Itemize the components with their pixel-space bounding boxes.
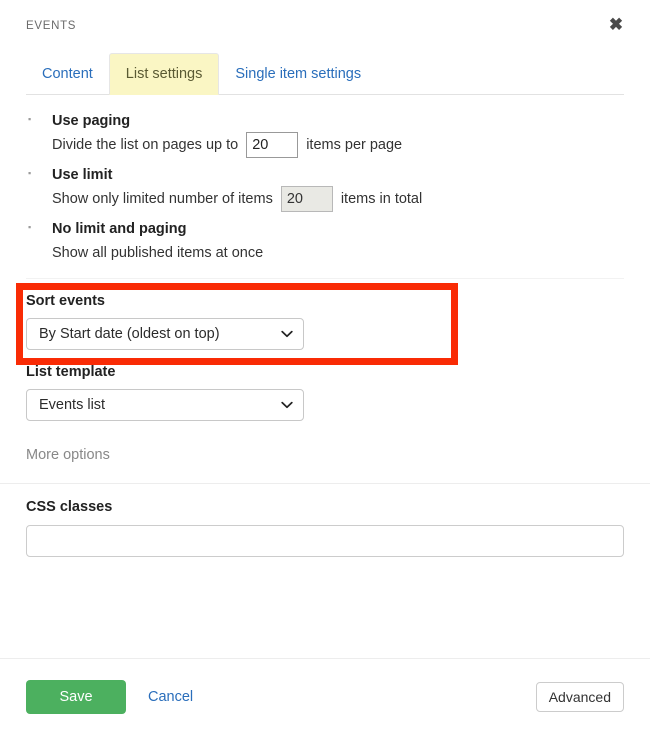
- more-options-label: More options: [26, 421, 624, 463]
- option-description: Divide the list on pages up to items per…: [52, 131, 624, 159]
- dialog-header: EVENTS ✖: [0, 0, 650, 46]
- css-classes-input[interactable]: [26, 525, 624, 557]
- option-use-limit[interactable]: ▪ Use limit Show only limited number of …: [26, 165, 624, 213]
- css-classes-label: CSS classes: [26, 463, 624, 515]
- more-options-divider: [0, 483, 650, 484]
- list-template-select[interactable]: Events list Events grid Events calendar: [26, 389, 304, 421]
- option-description: Show all published items at once: [52, 239, 624, 267]
- option-label: Use limit: [52, 165, 624, 185]
- list-template-label: List template: [26, 364, 624, 380]
- items-per-page-input[interactable]: [246, 132, 298, 158]
- paging-options-group: ▪ Use paging Divide the list on pages up…: [26, 95, 624, 267]
- option-use-paging[interactable]: ▪ Use paging Divide the list on pages up…: [26, 111, 624, 159]
- items-in-total-input[interactable]: [281, 186, 333, 212]
- option-no-limit-and-paging[interactable]: ▪ No limit and paging Show all published…: [26, 219, 624, 267]
- radio-icon[interactable]: ▪: [28, 114, 38, 124]
- page-title: EVENTS: [26, 20, 76, 32]
- option-desc-after: items per page: [306, 131, 402, 159]
- dialog-body: ▪ Use paging Divide the list on pages up…: [0, 95, 650, 421]
- dialog-footer: Save Cancel Advanced: [0, 658, 650, 736]
- sort-events-select[interactable]: By Start date (oldest on top) By Start d…: [26, 318, 304, 350]
- save-button[interactable]: Save: [26, 680, 126, 714]
- more-options-section: More options CSS classes: [0, 421, 650, 557]
- sort-events-group: Sort events By Start date (oldest on top…: [26, 279, 624, 350]
- option-label: No limit and paging: [52, 219, 624, 239]
- cancel-button[interactable]: Cancel: [148, 689, 193, 705]
- list-template-group: List template Events list Events grid Ev…: [26, 350, 624, 421]
- tab-bar: Content List settings Single item settin…: [26, 53, 624, 95]
- tab-content[interactable]: Content: [26, 53, 109, 95]
- option-description: Show only limited number of items items …: [52, 185, 624, 213]
- sort-events-select-wrapper: By Start date (oldest on top) By Start d…: [26, 318, 304, 350]
- close-icon[interactable]: ✖: [604, 12, 628, 36]
- advanced-button[interactable]: Advanced: [536, 682, 624, 712]
- tab-single-item-settings[interactable]: Single item settings: [219, 53, 377, 95]
- option-label: Use paging: [52, 111, 624, 131]
- sort-events-label: Sort events: [26, 293, 624, 309]
- radio-icon[interactable]: ▪: [28, 222, 38, 232]
- tab-list-settings[interactable]: List settings: [109, 53, 220, 95]
- option-desc-before: Show only limited number of items: [52, 185, 273, 213]
- option-desc-before: Divide the list on pages up to: [52, 131, 238, 159]
- list-template-select-wrapper: Events list Events grid Events calendar: [26, 389, 304, 421]
- radio-icon[interactable]: ▪: [28, 168, 38, 178]
- option-desc-after: items in total: [341, 185, 422, 213]
- option-desc-before: Show all published items at once: [52, 239, 263, 267]
- events-settings-dialog: EVENTS ✖ Content List settings Single it…: [0, 0, 650, 736]
